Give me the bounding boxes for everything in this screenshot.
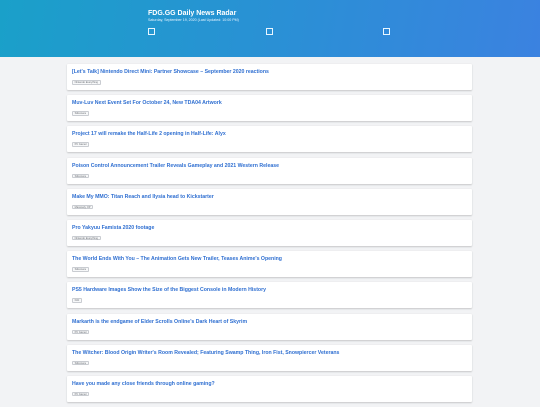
news-title-link[interactable]: Project 17 will remake the Half-Life 2 o…: [72, 131, 467, 137]
news-card: Markarth is the endgame of Elder Scrolls…: [67, 313, 472, 340]
news-card: PS5 Hardware Images Show the Size of the…: [67, 282, 472, 309]
source-badge: IGN: [72, 298, 82, 303]
news-title-link[interactable]: Poison Control Announcement Trailer Reve…: [72, 163, 467, 169]
source-badge: Siliconera: [72, 267, 89, 272]
source-badge: PC Gamer: [72, 391, 90, 397]
news-card: Have you made any close friends through …: [67, 375, 472, 402]
news-title-link[interactable]: [Let's Talk] Nintendo Direct Mini: Partn…: [72, 69, 467, 75]
source-badge: Siliconera: [72, 173, 89, 179]
news-title-link[interactable]: Markarth is the endgame of Elder Scrolls…: [72, 319, 467, 325]
filter-checkbox-3[interactable]: [383, 28, 390, 35]
news-title-link[interactable]: The World Ends With You – The Animation …: [72, 256, 467, 262]
news-title-link[interactable]: Have you made any close friends through …: [72, 381, 467, 387]
source-badge: Siliconera: [72, 360, 89, 366]
news-card: Project 17 will remake the Half-Life 2 o…: [67, 126, 472, 153]
filter-checkbox-1[interactable]: [148, 28, 155, 35]
last-updated-text: Saturday, September 19, 2020 (Last Updat…: [148, 18, 239, 22]
news-card: Muv-Luv Next Event Set For October 24, N…: [67, 95, 472, 122]
news-card: [Let's Talk] Nintendo Direct Mini: Partn…: [67, 64, 472, 90]
filter-checkbox-2[interactable]: [266, 28, 273, 35]
source-badge: Siliconera: [72, 111, 89, 116]
news-title-link[interactable]: PS5 Hardware Images Show the Size of the…: [72, 287, 467, 293]
header-banner: FDG.GG Daily News Radar Saturday, Septem…: [0, 0, 540, 57]
source-badge: Massively OP: [72, 204, 94, 210]
news-card: Make My MMO: Titan Reach and Ilysia head…: [67, 188, 472, 215]
source-badge: Nintendo Everything: [72, 235, 101, 241]
news-card: The World Ends With You – The Animation …: [67, 251, 472, 278]
source-badge: PC Gamer: [72, 329, 90, 334]
news-card: Poison Control Announcement Trailer Reve…: [67, 157, 472, 184]
news-title-link[interactable]: The Witcher: Blood Origin Writer's Room …: [72, 350, 467, 356]
page-title: FDG.GG Daily News Radar: [148, 10, 237, 17]
source-badge: Nintendo Everything: [72, 80, 101, 85]
news-card: Pro Yakyuu Famista 2020 footage Nintendo …: [67, 219, 472, 246]
news-list: [Let's Talk] Nintendo Direct Mini: Partn…: [67, 64, 472, 407]
news-card: The Witcher: Blood Origin Writer's Room …: [67, 344, 472, 371]
news-title-link[interactable]: Muv-Luv Next Event Set For October 24, N…: [72, 100, 467, 106]
news-title-link[interactable]: Make My MMO: Titan Reach and Ilysia head…: [72, 194, 467, 200]
news-title-link[interactable]: Pro Yakyuu Famista 2020 footage: [72, 225, 467, 231]
source-badge: PC Gamer: [72, 142, 90, 147]
